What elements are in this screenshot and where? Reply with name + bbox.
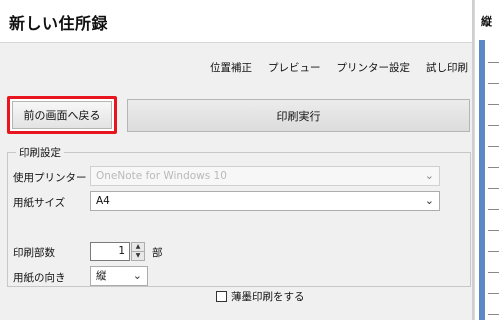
menu-test-print[interactable]: 試し印刷 <box>426 60 468 75</box>
chevron-down-icon: ⌄ <box>132 269 142 282</box>
menu-printer-settings[interactable]: プリンター設定 <box>337 60 411 75</box>
light-ink-option[interactable]: 薄墨印刷をする <box>216 289 305 304</box>
back-button-highlight[interactable]: 前の画面へ戻る <box>7 96 117 134</box>
menu-preview[interactable]: プレビュー <box>268 60 321 75</box>
copies-label: 印刷部数 <box>13 247 55 259</box>
orientation-value: 縦 <box>96 270 107 282</box>
app-title: 新しい住所録 <box>9 14 109 33</box>
copies-unit: 部 <box>152 247 163 259</box>
menu-position-adjust[interactable]: 位置補正 <box>210 60 252 75</box>
paper-size-select[interactable]: A4 ⌄ <box>90 191 440 211</box>
copies-stepper[interactable]: ▲ ▼ <box>131 242 145 261</box>
printer-label: 使用プリンター <box>13 172 87 184</box>
orientation-label: 用紙の向き <box>13 272 66 284</box>
light-ink-checkbox[interactable] <box>216 291 227 302</box>
printer-select: OneNote for Windows 10 ⌄ <box>90 166 440 186</box>
preview-header: 縦 <box>481 15 492 28</box>
orientation-select[interactable]: 縦 ⌄ <box>90 266 148 286</box>
back-button[interactable]: 前の画面へ戻る <box>12 101 112 129</box>
printer-select-value: OneNote for Windows 10 <box>96 170 227 182</box>
preview-text-lines <box>488 48 499 318</box>
print-button[interactable]: 印刷実行 <box>127 99 470 132</box>
print-settings-legend: 印刷設定 <box>16 145 64 160</box>
main-panel: 新しい住所録 位置補正 プレビュー プリンター設定 試し印刷 前の画面へ戻る 印… <box>0 0 472 320</box>
paper-size-label: 用紙サイズ <box>13 197 66 209</box>
chevron-down-icon: ⌄ <box>424 169 434 182</box>
top-menu: 位置補正 プレビュー プリンター設定 試し印刷 <box>210 60 468 75</box>
paper-size-value: A4 <box>96 195 110 207</box>
chevron-down-icon: ⌄ <box>424 194 434 207</box>
title-bar: 新しい住所録 <box>0 0 472 43</box>
light-ink-label: 薄墨印刷をする <box>231 291 305 303</box>
triangle-down-icon[interactable]: ▼ <box>132 252 144 260</box>
triangle-up-icon[interactable]: ▲ <box>132 243 144 252</box>
preview-bar <box>479 40 485 320</box>
copies-input[interactable]: 1 <box>90 242 130 261</box>
preview-panel: 縦 <box>474 0 500 320</box>
